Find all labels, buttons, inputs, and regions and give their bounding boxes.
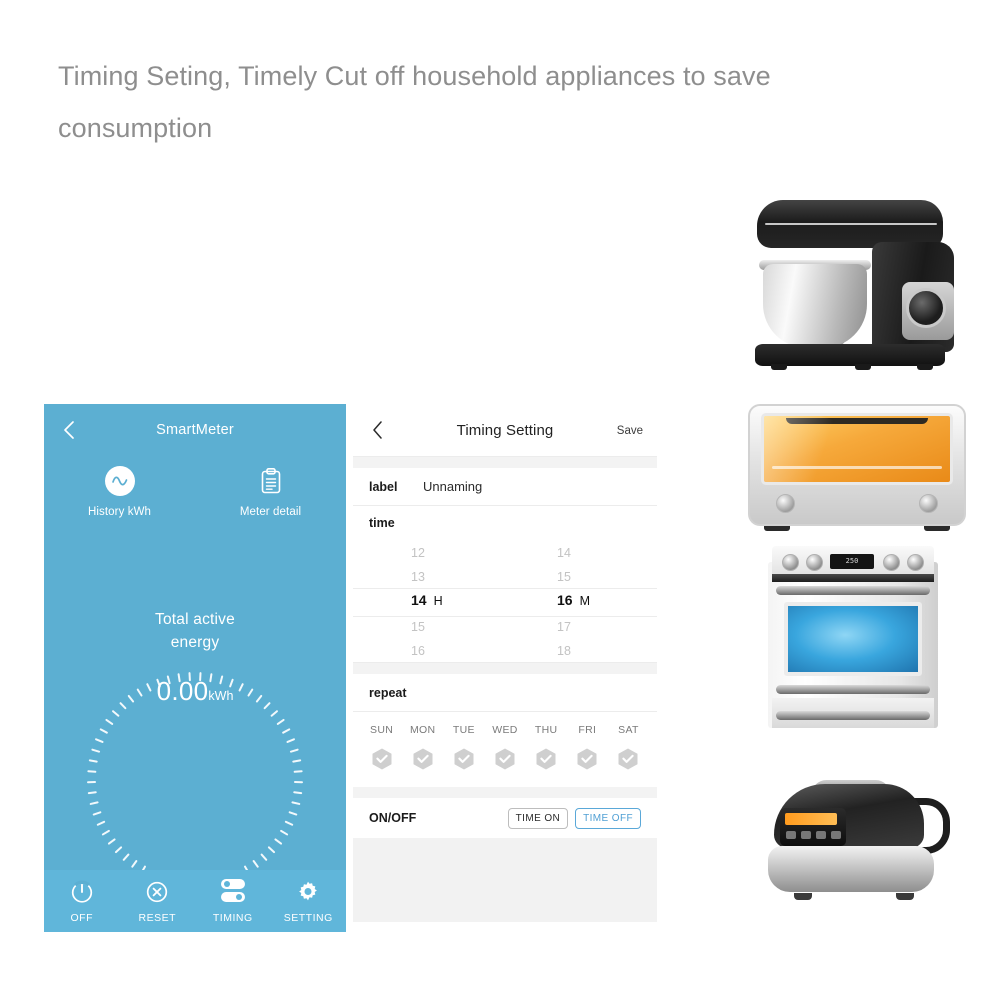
day-label: FRI [578,724,597,736]
hour-option[interactable]: 15 [411,620,425,634]
toolbar-label: SETTING [283,911,333,924]
minute-option[interactable]: 17 [557,620,571,634]
rice-cooker-image [760,780,956,902]
label-key: label [369,479,398,494]
electric-range-image: 250 [768,546,938,728]
shortcut-label: History kWh [87,506,152,518]
repeat-day-sun[interactable]: SUN [361,724,402,771]
hexagon-check-icon[interactable] [361,747,402,771]
day-label: TUE [452,724,475,736]
power-icon [44,879,120,905]
minute-option[interactable]: 15 [557,570,571,584]
range-display: 250 [830,554,874,569]
hour-option[interactable]: 13 [411,570,425,584]
toolbar-label: TIMING [212,911,253,924]
day-label: THU [534,724,558,736]
minute-suffix: M [579,594,590,608]
toolbar-item-reset[interactable]: RESET [120,879,196,924]
hour-option[interactable]: 16 [411,644,425,658]
day-label: SAT [618,724,639,736]
minute-selected[interactable]: 16 M [557,592,590,608]
smartmeter-header: SmartMeter [44,404,346,456]
reset-x-icon [120,879,196,905]
gauge-tick [114,779,196,854]
save-button[interactable]: Save [617,425,643,437]
onoff-row: ON/OFF TIME ON TIME OFF [353,798,657,838]
hexagon-check-icon[interactable] [443,747,484,771]
gauge-unit: kWh [208,689,234,703]
time-on-button[interactable]: TIME ON [507,807,569,829]
section-divider [353,663,657,674]
repeat-day-fri[interactable]: FRI [567,724,608,771]
time-header: time [369,516,395,530]
repeat-day-tue[interactable]: TUE [443,724,484,771]
repeat-day-thu[interactable]: THU [526,724,567,771]
toaster-oven-image [748,404,966,531]
section-divider [353,787,657,798]
section-divider [353,457,657,468]
smartmeter-screen: SmartMeter History kWh Meter detail Tota… [44,404,346,932]
minute-option[interactable]: 14 [557,546,571,560]
total-energy-gauge: Total active energy 0.00kWh [87,564,303,875]
hour-suffix: H [433,594,443,608]
minute-option[interactable]: 18 [557,644,571,658]
clipboard-icon [195,466,346,496]
empty-content-area [353,838,657,922]
repeat-day-mon[interactable]: MON [402,724,443,771]
stand-mixer-image [735,190,980,370]
repeat-header-row: repeat [353,674,657,712]
hexagon-check-icon[interactable] [484,747,525,771]
hexagon-check-icon[interactable] [608,747,649,771]
toolbar-item-timing[interactable]: TIMING [195,878,271,924]
time-off-button[interactable]: TIME OFF [575,807,641,829]
toggle-switches-icon [195,878,271,905]
gear-icon [271,879,347,905]
label-row[interactable]: label Unnaming [353,468,657,506]
timing-title: Timing Setting [456,422,554,439]
repeat-day-wed[interactable]: WED [484,724,525,771]
gauge-label-line1: Total active [155,611,235,628]
time-picker[interactable]: 12 13 14 H 15 16 14 15 16 M 17 18 [353,540,657,663]
smartmeter-shortcuts: History kWh Meter detail [44,466,346,518]
day-label: WED [492,724,518,736]
toolbar-label: OFF [70,911,93,924]
page-title: Timing Seting, Timely Cut off household … [58,61,771,143]
hexagon-check-icon[interactable] [526,747,567,771]
toolbar-label: RESET [138,911,176,924]
time-header-row: time [353,506,657,540]
repeat-header: repeat [369,685,407,700]
hexagon-check-icon[interactable] [402,747,443,771]
waveform-icon [44,466,195,496]
hour-selected[interactable]: 14 H [411,592,443,608]
repeat-days-row: SUN MON TUE WED THU FRI SAT [353,712,657,787]
gauge-readout: Total active energy 0.00kWh [87,608,303,707]
shortcut-history-kwh[interactable]: History kWh [44,466,195,518]
onoff-header: ON/OFF [369,811,417,825]
timing-setting-screen: Timing Setting Save label Unnaming time … [353,404,657,932]
smartmeter-title: SmartMeter [156,422,234,438]
smartmeter-toolbar: OFF RESET TIMING SETTING [44,870,346,932]
hour-picker-column[interactable]: 12 13 14 H 15 16 [353,540,505,662]
gauge-label-line2: energy [170,634,220,651]
repeat-day-sat[interactable]: SAT [608,724,649,771]
day-label: SUN [370,724,394,736]
hour-option[interactable]: 12 [411,546,425,560]
timing-header: Timing Setting Save [353,404,657,457]
toolbar-item-setting[interactable]: SETTING [271,879,347,924]
label-value[interactable]: Unnaming [423,479,482,494]
shortcut-meter-detail[interactable]: Meter detail [195,466,346,518]
gauge-value: 0.00 [156,676,209,706]
minute-picker-column[interactable]: 14 15 16 M 17 18 [505,540,657,662]
toolbar-item-off[interactable]: OFF [44,879,120,924]
shortcut-label: Meter detail [239,506,302,518]
hexagon-check-icon[interactable] [567,747,608,771]
day-label: MON [410,724,436,736]
